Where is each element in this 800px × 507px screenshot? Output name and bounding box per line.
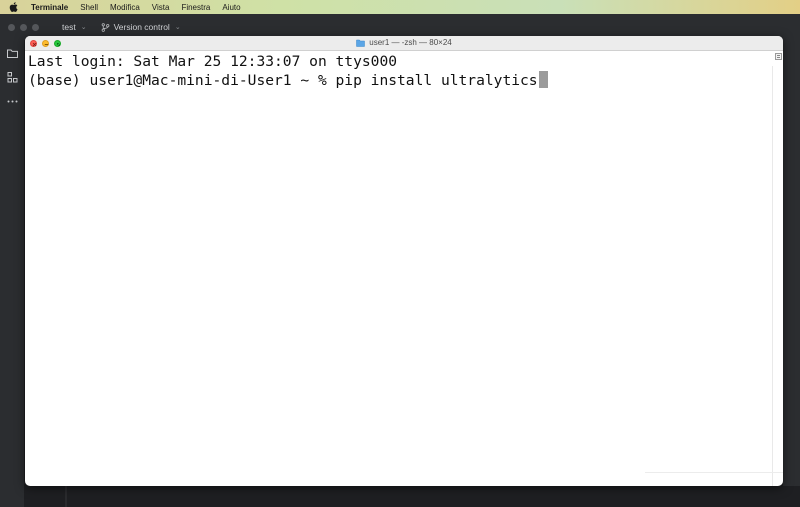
version-control-selector[interactable]: Version control ⌄ [101,22,181,32]
ide-editor-area [25,486,800,507]
terminal-scrollbar[interactable] [772,66,773,486]
ide-minimize-button[interactable] [20,23,27,31]
terminal-output[interactable]: Last login: Sat Mar 25 12:33:07 on ttys0… [25,51,783,486]
project-name: test [62,22,76,32]
chevron-down-icon: ⌄ [174,24,181,31]
ide-maximize-button[interactable] [32,23,39,31]
ide-sidebar [0,40,25,507]
version-control-label: Version control [113,22,170,32]
menu-finestra[interactable]: Finestra [181,3,210,12]
prompt-command: (base) user1@Mac-mini-di-User1 ~ % pip i… [28,72,538,89]
text-cursor [538,71,548,88]
ide-window-controls [8,23,44,31]
menu-shell[interactable]: Shell [80,3,98,12]
folder-icon[interactable] [6,47,19,60]
more-icon[interactable] [6,95,19,108]
chevron-down-icon: ⌄ [80,24,87,31]
terminal-line-prompt: (base) user1@Mac-mini-di-User1 ~ % pip i… [28,71,783,90]
menu-vista[interactable]: Vista [152,3,170,12]
ide-right-panel [783,40,800,486]
terminal-window[interactable]: user1 — -zsh — 80×24 Last login: Sat Mar… [25,36,783,486]
home-folder-icon [356,39,365,47]
terminal-title-text: user1 — -zsh — 80×24 [369,38,452,47]
editor-gutter-line [65,486,67,507]
apple-icon[interactable] [9,2,18,12]
menu-aiuto[interactable]: Aiuto [222,3,240,12]
terminal-title: user1 — -zsh — 80×24 [25,38,783,47]
branch-icon [101,22,109,32]
menu-terminale[interactable]: Terminale [31,3,68,12]
structure-icon[interactable] [6,71,19,84]
terminal-line-last-login: Last login: Sat Mar 25 12:33:07 on ttys0… [28,53,398,70]
ide-close-button[interactable] [8,23,15,31]
menu-bar: Terminale Shell Modifica Vista Finestra … [0,0,800,14]
terminal-titlebar[interactable]: user1 — -zsh — 80×24 [25,36,783,51]
terminal-footer-edge [645,472,783,486]
menu-modifica[interactable]: Modifica [110,3,140,12]
project-selector[interactable]: test ⌄ [62,22,87,32]
